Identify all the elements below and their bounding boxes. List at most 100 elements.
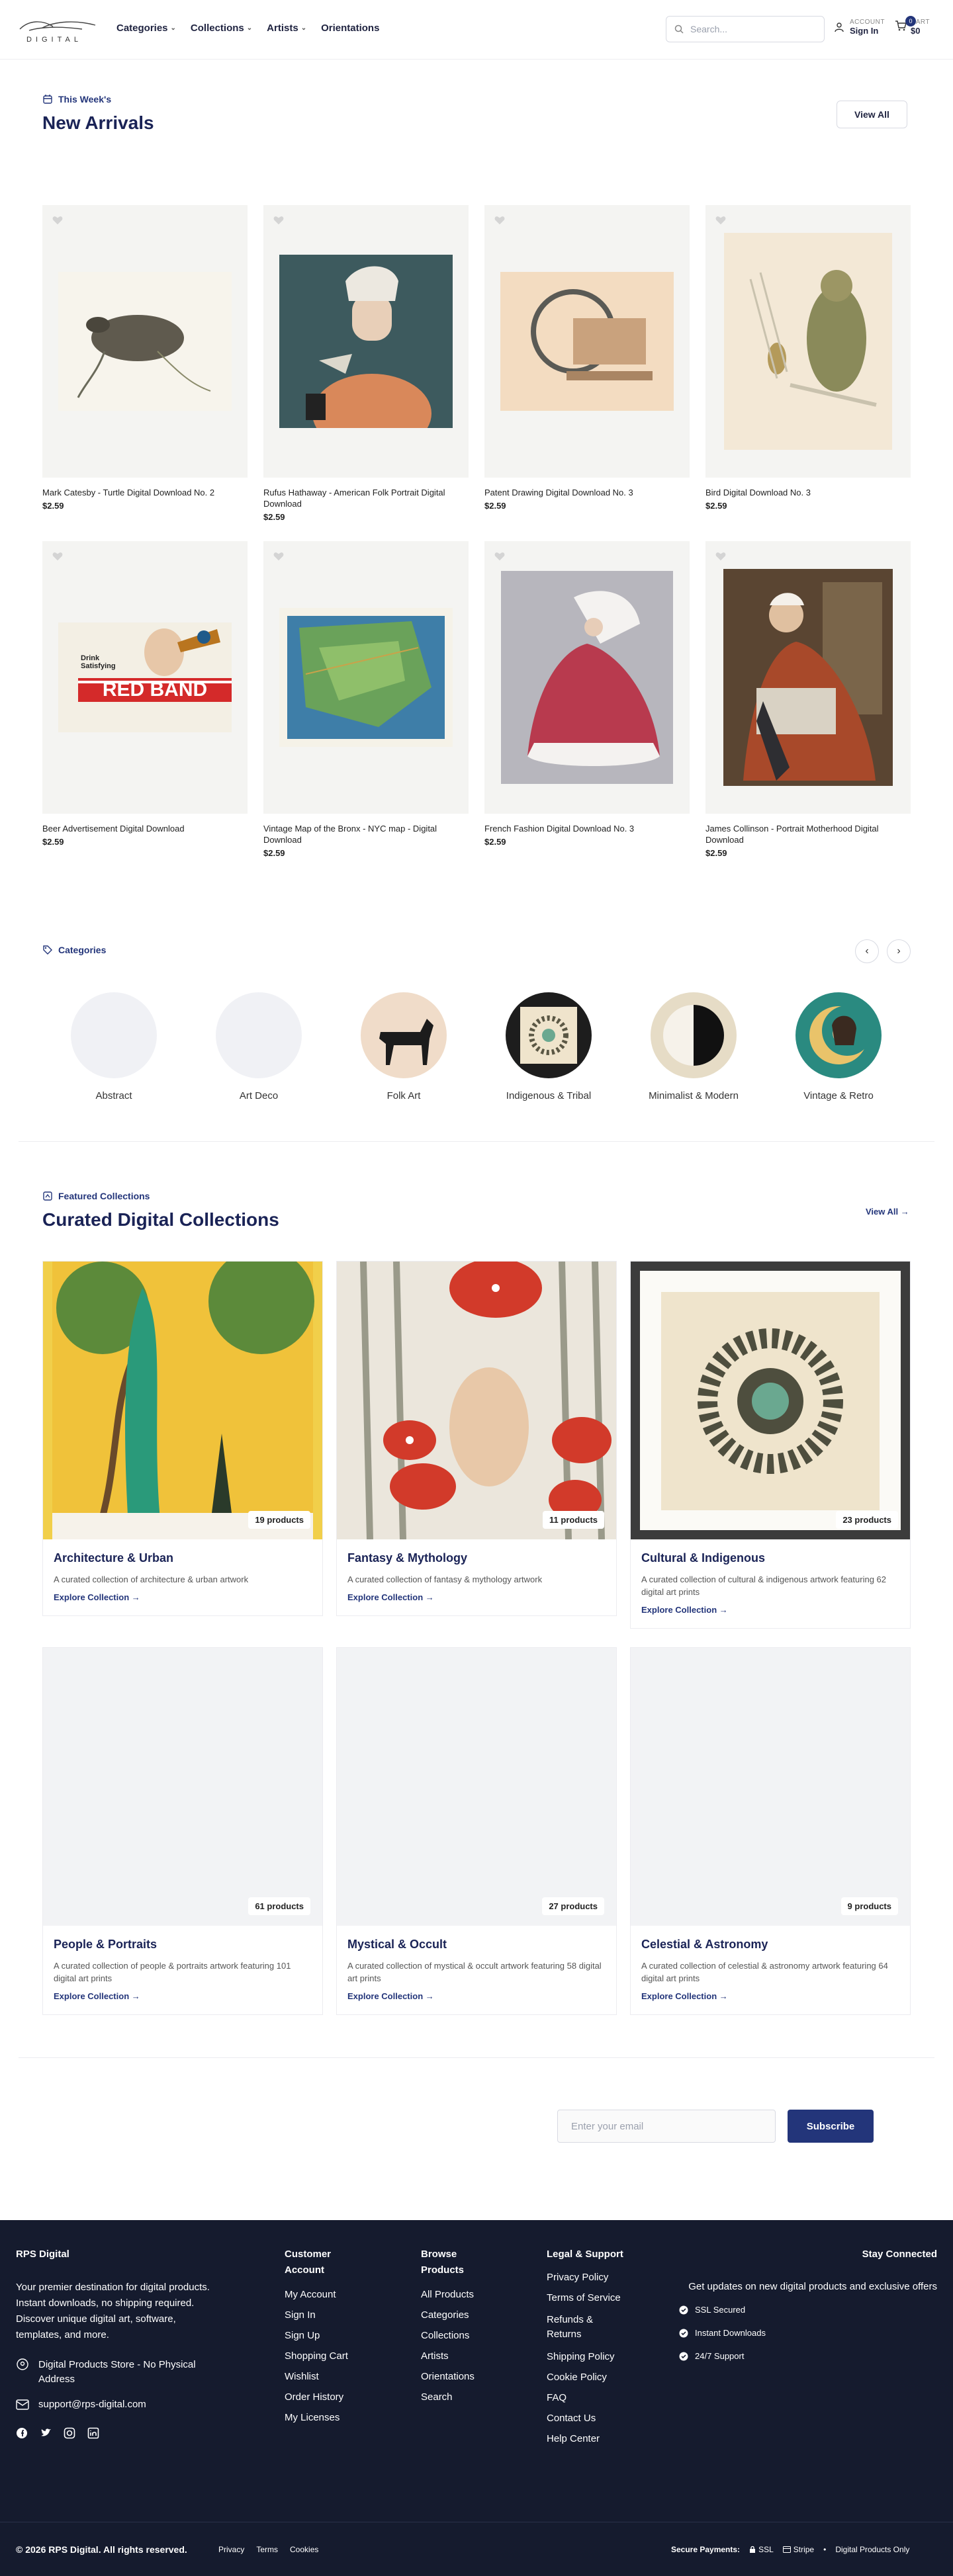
category-image[interactable]	[361, 992, 447, 1078]
view-all-button[interactable]: View All	[837, 101, 907, 128]
collection-title[interactable]: Celestial & Astronomy	[641, 1938, 899, 1952]
product-card[interactable]: Patent Drawing Digital Download No. 3 $2…	[484, 205, 690, 511]
category-image[interactable]	[71, 992, 157, 1078]
footer-link[interactable]: Sign Up	[285, 2330, 371, 2341]
collection-image[interactable]: 11 products	[337, 1262, 616, 1539]
heart-icon[interactable]	[52, 550, 64, 562]
heart-icon[interactable]	[715, 550, 727, 562]
collection-card[interactable]: 27 products Mystical & Occult A curated …	[336, 1647, 617, 2015]
footer-link[interactable]: Shopping Cart	[285, 2350, 371, 2362]
footer-link[interactable]: Terms of Service	[547, 2292, 646, 2303]
category-label[interactable]: Abstract	[61, 1090, 167, 1101]
product-image[interactable]: RED BAND Drink Satisfying	[42, 541, 248, 814]
view-all-collections-link[interactable]: View All →	[866, 1207, 909, 1217]
cart-link[interactable]: 0 CART $0	[895, 15, 930, 36]
product-title[interactable]: Rufus Hathaway - American Folk Portrait …	[263, 487, 469, 509]
footer-link[interactable]: My Licenses	[285, 2412, 371, 2423]
category-abstract[interactable]: Abstract	[61, 992, 167, 1101]
footer-link[interactable]: Sign In	[285, 2309, 371, 2321]
heart-icon[interactable]	[494, 550, 506, 562]
product-title[interactable]: Mark Catesby - Turtle Digital Download N…	[42, 487, 248, 498]
product-title[interactable]: Patent Drawing Digital Download No. 3	[484, 487, 690, 498]
search-input[interactable]: Search...	[666, 16, 825, 42]
product-image[interactable]	[42, 205, 248, 478]
footer-link[interactable]: Artists	[421, 2350, 500, 2362]
collection-title[interactable]: Architecture & Urban	[54, 1551, 312, 1565]
collection-card[interactable]: 11 products Fantasy & Mythology A curate…	[336, 1261, 617, 1616]
category-label[interactable]: Vintage & Retro	[786, 1090, 891, 1101]
product-title[interactable]: French Fashion Digital Download No. 3	[484, 823, 690, 834]
nav-collections[interactable]: Collections ⌄	[191, 22, 252, 34]
product-image[interactable]	[705, 205, 911, 478]
footer-link[interactable]: Categories	[421, 2309, 500, 2321]
logo[interactable]: DIGITAL	[16, 17, 102, 44]
product-image[interactable]	[484, 541, 690, 814]
collection-image[interactable]: 61 products	[43, 1648, 322, 1926]
subscribe-button[interactable]: Subscribe	[788, 2110, 874, 2143]
collection-card[interactable]: 9 products Celestial & Astronomy A curat…	[630, 1647, 911, 2015]
category-label[interactable]: Minimalist & Modern	[641, 1090, 747, 1101]
collection-title[interactable]: Fantasy & Mythology	[347, 1551, 606, 1565]
footer-link[interactable]: Contact Us	[547, 2413, 646, 2424]
category-folk-art[interactable]: Folk Art	[351, 992, 457, 1101]
footer-link[interactable]: My Account	[285, 2289, 371, 2300]
product-title[interactable]: James Collinson - Portrait Motherhood Di…	[705, 823, 911, 845]
category-label[interactable]: Folk Art	[351, 1090, 457, 1101]
nav-artists[interactable]: Artists ⌄	[267, 22, 306, 34]
product-card[interactable]: French Fashion Digital Download No. 3 $2…	[484, 541, 690, 847]
footer-link[interactable]: Search	[421, 2391, 500, 2403]
footer-link[interactable]: Refunds & Returns	[547, 2313, 619, 2342]
footer-link[interactable]: FAQ	[547, 2392, 646, 2403]
product-card[interactable]: James Collinson - Portrait Motherhood Di…	[705, 541, 911, 858]
collection-title[interactable]: Mystical & Occult	[347, 1938, 606, 1952]
email-field[interactable]: Enter your email	[557, 2110, 776, 2143]
category-label[interactable]: Indigenous & Tribal	[496, 1090, 602, 1101]
category-minimalist-modern[interactable]: Minimalist & Modern	[641, 992, 747, 1101]
collection-image[interactable]: 27 products	[337, 1648, 616, 1926]
collection-title[interactable]: People & Portraits	[54, 1938, 312, 1952]
footer-link[interactable]: All Products	[421, 2289, 500, 2300]
collection-image[interactable]: 19 products	[43, 1262, 322, 1539]
product-image[interactable]	[484, 205, 690, 478]
collection-card[interactable]: 61 products People & Portraits A curated…	[42, 1647, 323, 2015]
category-image[interactable]	[795, 992, 882, 1078]
explore-collection-link[interactable]: Explore Collection →	[641, 1605, 899, 1615]
account-link[interactable]: ACCOUNT Sign In	[834, 19, 885, 36]
product-card[interactable]: Mark Catesby - Turtle Digital Download N…	[42, 205, 248, 511]
category-image[interactable]	[651, 992, 737, 1078]
explore-collection-link[interactable]: Explore Collection →	[54, 1991, 312, 2001]
footer-link[interactable]: Order History	[285, 2391, 371, 2403]
privacy-link[interactable]: Privacy	[218, 2545, 244, 2554]
product-title[interactable]: Bird Digital Download No. 3	[705, 487, 911, 498]
carousel-prev-button[interactable]: ‹	[855, 939, 879, 963]
footer-link[interactable]: Cookie Policy	[547, 2372, 646, 2383]
collection-card[interactable]: 19 products Architecture & Urban A curat…	[42, 1261, 323, 1616]
category-label[interactable]: Art Deco	[206, 1090, 312, 1101]
footer-link[interactable]: Shipping Policy	[547, 2351, 646, 2362]
product-image[interactable]	[705, 541, 911, 814]
nav-categories[interactable]: Categories ⌄	[116, 22, 176, 34]
product-image[interactable]	[263, 205, 469, 478]
twitter-icon[interactable]	[40, 2427, 52, 2439]
product-title[interactable]: Vintage Map of the Bronx - NYC map - Dig…	[263, 823, 469, 845]
terms-link[interactable]: Terms	[256, 2545, 278, 2554]
sign-in-link[interactable]: Sign In	[850, 26, 885, 36]
explore-collection-link[interactable]: Explore Collection →	[347, 1991, 606, 2001]
footer-link[interactable]: Privacy Policy	[547, 2272, 646, 2283]
category-vintage-retro[interactable]: Vintage & Retro	[786, 992, 891, 1101]
heart-icon[interactable]	[273, 550, 285, 562]
carousel-next-button[interactable]: ›	[887, 939, 911, 963]
heart-icon[interactable]	[715, 214, 727, 226]
footer-link[interactable]: Orientations	[421, 2371, 500, 2382]
footer-link[interactable]: Collections	[421, 2330, 500, 2341]
category-image[interactable]	[506, 992, 592, 1078]
category-indigenous-tribal[interactable]: Indigenous & Tribal	[496, 992, 602, 1101]
footer-email-text[interactable]: support@rps-digital.com	[38, 2399, 146, 2410]
product-card[interactable]: Rufus Hathaway - American Folk Portrait …	[263, 205, 469, 522]
footer-link[interactable]: Wishlist	[285, 2371, 371, 2382]
product-card[interactable]: RED BAND Drink Satisfying Beer Advertisem…	[42, 541, 248, 847]
explore-collection-link[interactable]: Explore Collection →	[54, 1592, 312, 1602]
product-image[interactable]	[263, 541, 469, 814]
instagram-icon[interactable]	[64, 2427, 75, 2439]
product-card[interactable]: Bird Digital Download No. 3 $2.59	[705, 205, 911, 511]
